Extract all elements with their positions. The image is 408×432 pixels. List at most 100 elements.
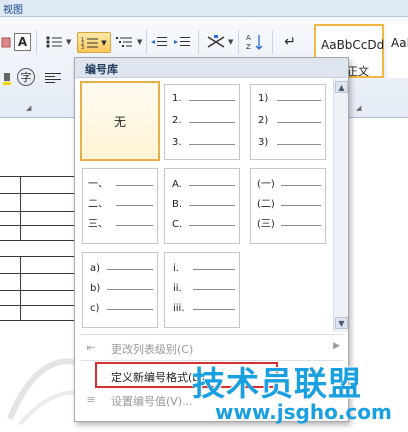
- show-formatting-marks-icon[interactable]: ↵: [282, 32, 298, 52]
- tile-marker: (一): [257, 179, 275, 190]
- decrease-indent-icon[interactable]: [150, 33, 168, 51]
- tile-line: [277, 100, 321, 101]
- tile-marker: B.: [172, 199, 183, 210]
- tile-marker: C.: [172, 219, 183, 230]
- change-list-level-label: 更改列表级别(C): [111, 343, 194, 356]
- tile-marker: 1): [258, 93, 269, 104]
- sort-icon[interactable]: AZ: [245, 32, 265, 52]
- scroll-up-icon[interactable]: ▲: [335, 81, 348, 93]
- tile-marker: 3.: [172, 137, 182, 148]
- tile-line: [116, 205, 153, 206]
- tile-line: [189, 122, 235, 123]
- set-numbering-value-label: 设置编号值(V)...: [111, 395, 193, 408]
- eraser-format-icon[interactable]: [0, 34, 12, 50]
- tile-line: [107, 269, 153, 270]
- table-border: [0, 211, 80, 212]
- table-border: [0, 305, 80, 306]
- multilevel-dropdown-arrow[interactable]: ▼: [137, 38, 142, 46]
- tile-marker: (二): [257, 199, 275, 210]
- table-border: [0, 256, 80, 257]
- font-group-launcher-icon[interactable]: ◢: [26, 104, 31, 112]
- tile-line: [189, 225, 235, 226]
- tile-line: [193, 269, 235, 270]
- tile-line: [116, 185, 153, 186]
- set-value-icon: ≡: [86, 393, 96, 406]
- tile-marker: c): [90, 303, 100, 314]
- character-border-label: A: [17, 35, 28, 49]
- style-normal-name: 正文: [347, 65, 369, 78]
- align-left-icon[interactable]: [44, 70, 62, 86]
- styles-group-launcher-icon[interactable]: ◢: [356, 104, 361, 112]
- enclose-characters-label: 字: [20, 71, 32, 84]
- tile-line: [193, 309, 235, 310]
- highlight-color-icon[interactable]: [2, 70, 12, 86]
- tile-marker: b): [90, 283, 101, 294]
- tile-marker: iii.: [173, 303, 185, 314]
- tile-marker: 3): [258, 137, 269, 148]
- bullets-dropdown-arrow[interactable]: ▼: [66, 38, 71, 46]
- style-sample-2: AaBl: [391, 36, 408, 50]
- numbering-tile-1-paren[interactable]: 1) 2) 3): [250, 84, 326, 160]
- multilevel-list-icon[interactable]: [115, 33, 135, 51]
- numbering-tile-chinese-paren[interactable]: (一) (二) (三): [250, 168, 326, 244]
- table-border: [0, 225, 80, 226]
- numbering-library-scrollbar[interactable]: ▲ ▼: [333, 79, 348, 332]
- chinese-layout-icon[interactable]: [205, 33, 227, 51]
- tile-line: [281, 225, 321, 226]
- tile-line: [107, 309, 153, 310]
- numbering-tile-lower-roman[interactable]: i. ii. iii.: [164, 252, 240, 328]
- submenu-chevron-icon: ▶: [333, 341, 340, 351]
- bullets-icon[interactable]: [44, 33, 64, 51]
- character-border-button[interactable]: A: [14, 33, 31, 51]
- numbering-tile-1-dot[interactable]: 1. 2. 3.: [164, 84, 240, 160]
- ribbon-separator: [272, 30, 273, 54]
- svg-text:3: 3: [81, 45, 84, 50]
- numbering-tile-upper-alpha[interactable]: A. B. C.: [164, 168, 240, 244]
- tile-line: [281, 185, 321, 186]
- table-border: [0, 193, 80, 194]
- tile-line: [116, 225, 153, 226]
- tile-line: [107, 289, 153, 290]
- increase-indent-icon[interactable]: [173, 33, 191, 51]
- table-border: [0, 176, 80, 177]
- tile-line: [193, 289, 235, 290]
- svg-text:Z: Z: [246, 43, 251, 51]
- tile-marker: a): [90, 263, 101, 274]
- tile-marker: 三、: [88, 219, 108, 230]
- tile-marker: (三): [257, 219, 275, 230]
- ribbon-separator: [36, 30, 37, 54]
- enclose-characters-button[interactable]: 字: [17, 68, 35, 86]
- menu-separator: [81, 334, 343, 335]
- numbering-tile-none[interactable]: 无: [80, 81, 160, 161]
- numbering-button[interactable]: 123 ▼: [77, 32, 111, 53]
- numbering-dropdown-arrow: ▼: [101, 38, 107, 47]
- tile-marker: 2): [258, 115, 269, 126]
- numbering-tile-chinese[interactable]: 一、 二、 三、: [82, 168, 158, 244]
- tile-line: [189, 144, 235, 145]
- numbering-library-header: 编号库: [75, 58, 348, 78]
- tile-marker: A.: [172, 179, 182, 190]
- numbering-tile-lower-alpha[interactable]: a) b) c): [82, 252, 158, 328]
- table-border: [0, 273, 80, 274]
- tile-marker: 一、: [88, 179, 108, 190]
- tile-marker: i.: [173, 263, 179, 274]
- tile-marker: 二、: [88, 199, 108, 210]
- svg-text:A: A: [246, 34, 251, 42]
- table-border: [0, 240, 80, 241]
- tile-line: [189, 205, 235, 206]
- ribbon-separator: [146, 30, 147, 54]
- watermark-brand: 技术员联盟: [192, 364, 362, 403]
- numbering-icon: 123: [81, 37, 99, 50]
- ribbon-separator: [238, 30, 239, 54]
- table-border: [20, 176, 21, 240]
- tab-view[interactable]: 视图: [3, 1, 23, 16]
- scroll-down-icon[interactable]: ▼: [335, 317, 348, 329]
- ribbon-tab-bar: 视图: [0, 0, 408, 17]
- table-border: [0, 290, 80, 291]
- chinese-layout-dropdown-arrow[interactable]: ▼: [228, 38, 233, 46]
- tile-line: [281, 205, 321, 206]
- style-no-spacing-tile[interactable]: AaBl: [387, 24, 408, 78]
- tile-line: [189, 185, 235, 186]
- style-sample: AaBbCcDd: [321, 38, 385, 52]
- tile-line: [277, 144, 321, 145]
